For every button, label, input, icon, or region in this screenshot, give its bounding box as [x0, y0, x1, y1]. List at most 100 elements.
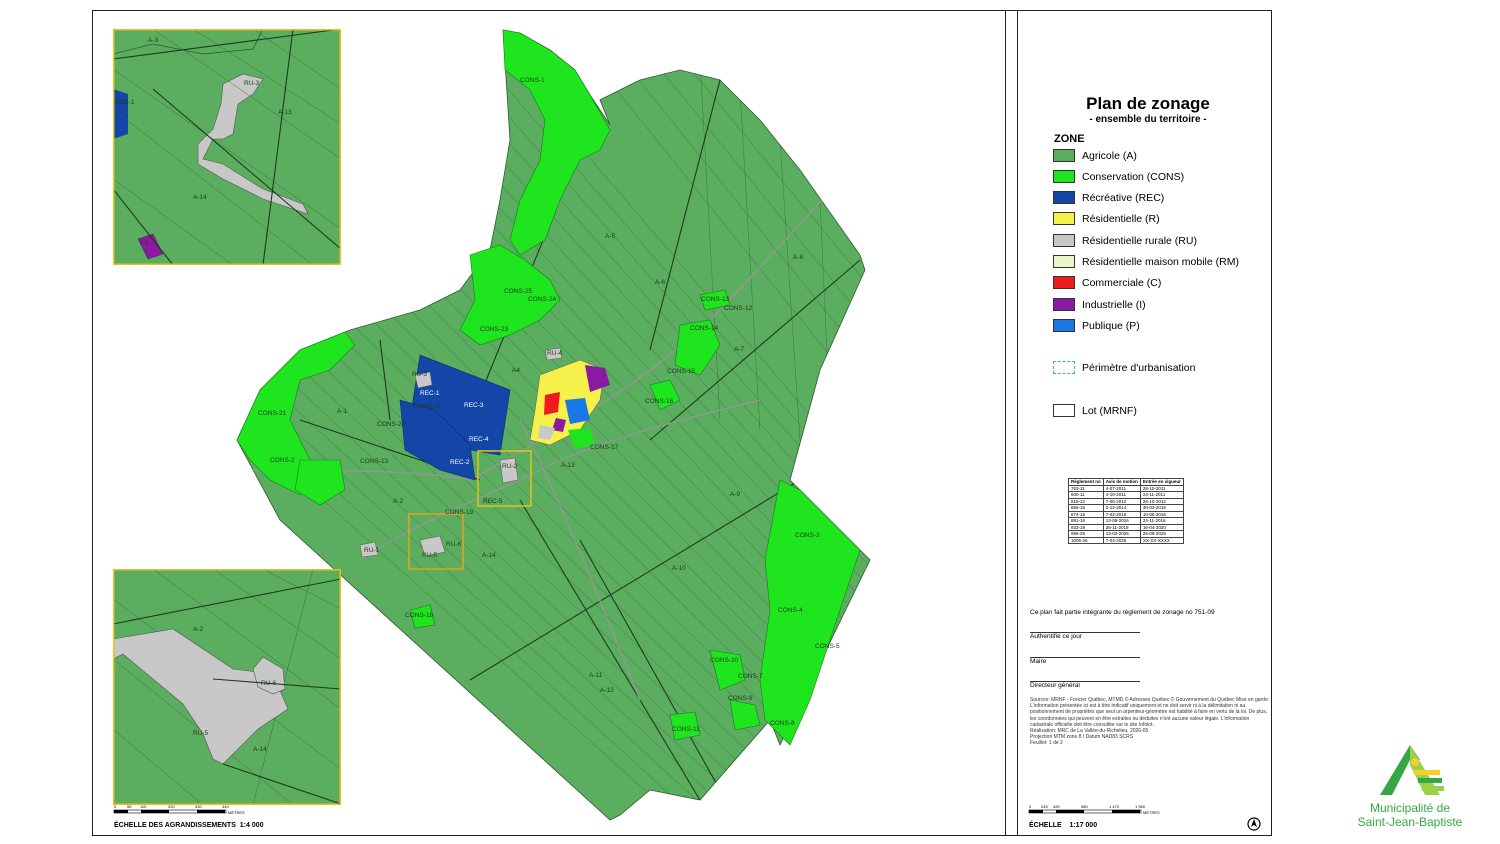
mayor-label: Maire — [1030, 658, 1047, 665]
main-scale-tick-0: 0 — [1029, 804, 1032, 809]
swatch-agricole — [1053, 149, 1075, 162]
legend-item-recreative: Récréative (REC) — [1053, 190, 1164, 205]
label-cons-4: CONS-4 — [778, 607, 803, 614]
main-scale-tick-2: 490 — [1053, 804, 1060, 809]
regulation-table-header: Règlement no Avis de motion Entrée en vi… — [1068, 478, 1184, 486]
label-ru-1: RU-1 — [364, 547, 380, 554]
label-cons-2: CONS-2 — [270, 457, 295, 464]
label-cons-13: CONS-13 — [360, 458, 389, 465]
label-cons-14: CONS-14 — [690, 325, 719, 332]
label-cons-17: CONS-17 — [590, 444, 619, 451]
swatch-residentielle — [1053, 212, 1075, 225]
label-cons-19: CONS-19 — [445, 509, 474, 516]
label-cons-20: CONS-20 — [377, 421, 406, 428]
director-label: Directeur général — [1030, 682, 1080, 689]
inset2-label-ru-5: RU-5 — [193, 730, 209, 737]
legend-label-perimetre: Périmètre d'urbanisation — [1082, 361, 1196, 374]
table-cell: 1006-26 — [1068, 536, 1104, 544]
inset1-label-rec-1: REC-1 — [115, 99, 135, 106]
label-rec-1: REC-1 — [420, 390, 440, 397]
swatch-perimetre — [1053, 361, 1075, 374]
legend-label-conservation: Conservation (CONS) — [1082, 170, 1185, 183]
label-cons-10: CONS-10 — [710, 657, 739, 664]
swatch-recreative — [1053, 191, 1075, 204]
label-a-8: A-8 — [793, 254, 804, 261]
legend-title: Plan de zonage — [1086, 94, 1210, 113]
legend-label-residentielle-rurale: Résidentielle rurale (RU) — [1082, 234, 1197, 247]
label-rec-5: REC-5 — [483, 498, 503, 505]
inset1-label-a-13: A-13 — [278, 109, 292, 116]
label-a-1: A-1 — [337, 408, 348, 415]
label-ru-6: RU-6 — [446, 541, 462, 548]
label-cons-21: CONS-21 — [258, 410, 287, 417]
swatch-lot — [1053, 404, 1075, 417]
label-a4: A4 — [512, 367, 520, 374]
main-scale-tick-3: 980 — [1081, 804, 1088, 809]
legend-item-conservation: Conservation (CONS) — [1053, 169, 1184, 184]
legend-label-lot: Lot (MRNF) — [1082, 404, 1137, 417]
signature-line-1 — [1030, 632, 1140, 633]
enlargement-scale-label: ÉCHELLE DES AGRANDISSEMENTS 1:4 000 — [114, 822, 264, 829]
enl-scale-tick-0: 0 — [114, 804, 117, 809]
main-scale-units: MÈTRES — [1143, 810, 1160, 815]
legend-item-industrielle: Industrielle (I) — [1053, 297, 1146, 312]
enl-scale-tick-4: 330 — [195, 804, 202, 809]
logo-line-2: Saint-Jean-Baptiste — [1357, 815, 1463, 829]
label-cons-11: CONS-11 — [672, 726, 700, 733]
label-cons-13b: CONS-13 — [701, 296, 730, 303]
label-ru-2: RU-2 — [502, 463, 518, 470]
label-cons-5: CONS-5 — [815, 643, 840, 650]
integral-note: Ce plan fait partie intégrante du règlem… — [1030, 609, 1215, 616]
legend-item-agricole: Agricole (A) — [1053, 148, 1137, 163]
label-a-10: A-10 — [672, 565, 686, 572]
main-scale-label: ÉCHELLE 1:17 000 — [1029, 822, 1098, 829]
inset1-label-i-5: I-5 — [141, 240, 149, 247]
legend-label-industrielle: Industrielle (I) — [1082, 298, 1146, 311]
enl-scale-tick-5: 440 — [222, 804, 229, 809]
label-a-14: A-14 — [482, 552, 496, 559]
authentic-label: Authentifié ce jour — [1030, 633, 1083, 640]
credits-sources: Sources: MRNF - Foncier Québec, MTMD © A… — [1030, 697, 1270, 728]
swatch-commerciale — [1053, 276, 1075, 289]
enlargement-scale-bar: 0 55 110 220 330 440 MÈTRES — [113, 804, 245, 815]
label-cons-12: CONS-12 — [724, 305, 753, 312]
reg-header-avis: Avis de motion — [1102, 478, 1141, 486]
frame-divider — [1005, 10, 1006, 836]
swatch-publique — [1053, 319, 1075, 332]
legend-label-recreative: Récréative (REC) — [1082, 191, 1165, 204]
enl-scale-tick-3: 220 — [168, 804, 175, 809]
label-rec-2: REC-2 — [450, 459, 470, 466]
inset2-label-a-14: A-14 — [253, 746, 267, 753]
enlargement-inset-2[interactable]: A-2 RU-6 RU-5 A-14 — [113, 569, 341, 805]
label-cons-3: CONS-3 — [795, 532, 820, 539]
main-scale-bar: 0 245 490 980 1 470 1 960 MÈTRES — [1028, 804, 1160, 815]
north-arrow-icon — [1247, 817, 1261, 831]
label-cons-24: CONS-24 — [528, 296, 557, 303]
inset2-label-ru-6: RU-6 — [261, 680, 277, 687]
municipality-logo-icon — [1380, 745, 1444, 795]
label-a-7: A-7 — [734, 346, 745, 353]
legend-item-commerciale: Commerciale (C) — [1053, 275, 1161, 290]
label-cons-9: CONS-9 — [728, 695, 753, 702]
label-ru-3: RU-3 — [412, 371, 428, 378]
label-ru-4: RU-4 — [547, 350, 563, 357]
logo-line-1: Municipalité de — [1369, 801, 1451, 815]
label-cons-23: CONS-23 — [480, 326, 509, 333]
label-cons-18: CONS-18 — [405, 612, 434, 619]
label-a-13: A-13 — [561, 462, 575, 469]
main-scale-tick-5: 1 960 — [1135, 804, 1146, 809]
legend-item-publique: Publique (P) — [1053, 318, 1140, 333]
label-cons-16: CONS-16 — [645, 398, 674, 405]
legend-item-residentielle-rurale: Résidentielle rurale (RU) — [1053, 233, 1197, 248]
label-a-11: A-11 — [589, 672, 603, 679]
reg-header-reglement: Règlement no — [1068, 478, 1104, 486]
credits-sheet: Feuillet: 1 de 2 — [1030, 740, 1063, 747]
label-cons-7: CONS-7 — [738, 673, 763, 680]
legend-label-publique: Publique (P) — [1082, 319, 1140, 332]
legend-label-residentielle: Résidentielle (R) — [1082, 212, 1160, 225]
frame-divider-inner — [1017, 10, 1018, 836]
inset1-label-a-14: A-14 — [193, 194, 207, 201]
label-ru-5: RU-5 — [422, 552, 438, 559]
enlargement-inset-1[interactable]: A-3 RU-3 A-13 REC-1 A-14 I-5 — [113, 29, 341, 265]
swatch-maison-mobile — [1053, 255, 1075, 268]
